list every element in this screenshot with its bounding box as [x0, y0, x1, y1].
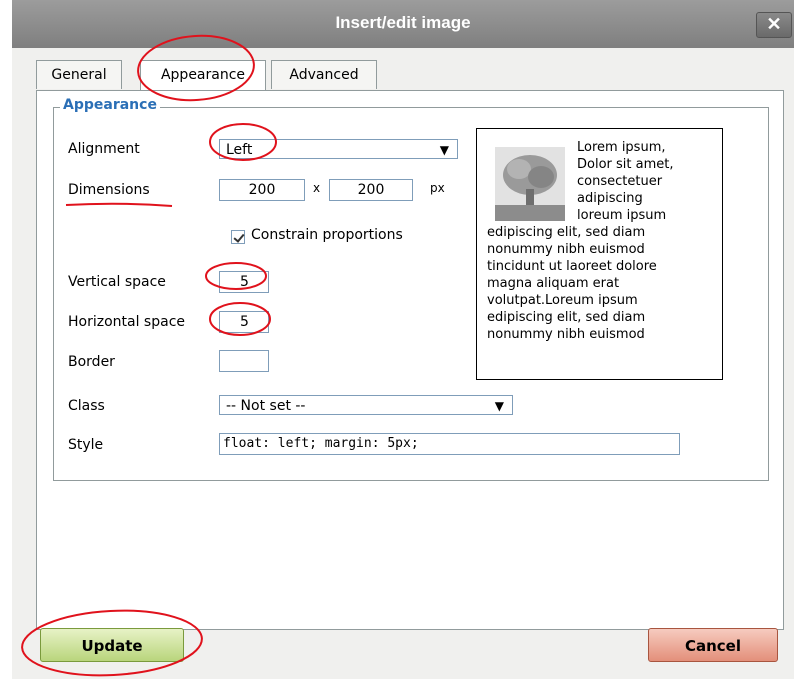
height-input[interactable]: 200: [329, 179, 413, 201]
preview-line: magna aliquam erat: [487, 276, 620, 291]
tab-advanced[interactable]: Advanced: [271, 60, 377, 89]
chevron-down-icon: ▼: [439, 143, 449, 157]
class-value: -- Not set --: [226, 398, 306, 414]
horizontal-space-label: Horizontal space: [68, 314, 186, 330]
cancel-button[interactable]: Cancel: [648, 628, 778, 662]
preview-line: Dolor sit amet,: [577, 157, 674, 172]
alignment-value: Left: [226, 142, 253, 158]
class-label: Class: [68, 398, 105, 414]
preview-line: edipiscing elit, sed diam: [487, 310, 646, 325]
constrain-proportions-label: Constrain proportions: [251, 227, 403, 243]
dimensions-label: Dimensions: [68, 182, 150, 198]
preview-line: adipiscing: [577, 191, 643, 206]
preview-line: loreum ipsum: [577, 208, 667, 223]
alignment-label: Alignment: [68, 141, 140, 157]
width-input[interactable]: 200: [219, 179, 305, 201]
update-button[interactable]: Update: [40, 628, 184, 662]
alignment-select[interactable]: Left ▼: [219, 139, 458, 159]
preview-line: nonummy nibh euismod: [487, 327, 645, 342]
appearance-fieldset: Appearance Alignment Left ▼ Dimensions 2…: [53, 97, 769, 481]
appearance-legend: Appearance: [60, 97, 160, 113]
style-input[interactable]: float: left; margin: 5px;: [219, 433, 680, 455]
appearance-panel: Appearance Alignment Left ▼ Dimensions 2…: [36, 90, 784, 630]
close-icon: ✕: [766, 14, 782, 34]
class-select[interactable]: -- Not set -- ▼: [219, 395, 513, 415]
border-input[interactable]: [219, 350, 269, 372]
border-label: Border: [68, 354, 115, 370]
tab-appearance[interactable]: Appearance: [140, 60, 266, 92]
alignment-preview: Lorem ipsum, Dolor sit amet, consectetue…: [476, 128, 723, 380]
vertical-space-label: Vertical space: [68, 274, 166, 290]
preview-line: tincidunt ut laoreet dolore: [487, 259, 657, 274]
dialog-body: General Appearance Advanced Appearance A…: [12, 48, 794, 679]
preview-line: edipiscing elit, sed diam: [487, 225, 646, 240]
preview-text: Lorem ipsum, Dolor sit amet, consectetue…: [487, 139, 713, 343]
preview-line: volutpat.Loreum ipsum: [487, 293, 638, 308]
dialog-title: Insert/edit image: [335, 13, 471, 32]
vertical-space-input[interactable]: 5: [219, 271, 269, 293]
chevron-down-icon: ▼: [494, 399, 504, 413]
dimensions-unit: px: [430, 181, 445, 195]
preview-line: Lorem ipsum,: [577, 140, 666, 155]
dimensions-separator: x: [313, 181, 321, 195]
preview-line: consectetuer: [577, 174, 663, 189]
tab-general[interactable]: General: [36, 60, 122, 89]
horizontal-space-input[interactable]: 5: [219, 311, 269, 333]
constrain-proportions-checkbox[interactable]: [231, 230, 245, 244]
style-label: Style: [68, 437, 104, 453]
preview-line: nonummy nibh euismod: [487, 242, 645, 257]
close-button[interactable]: ✕: [756, 12, 792, 38]
dialog-titlebar: Insert/edit image ✕: [12, 0, 794, 49]
